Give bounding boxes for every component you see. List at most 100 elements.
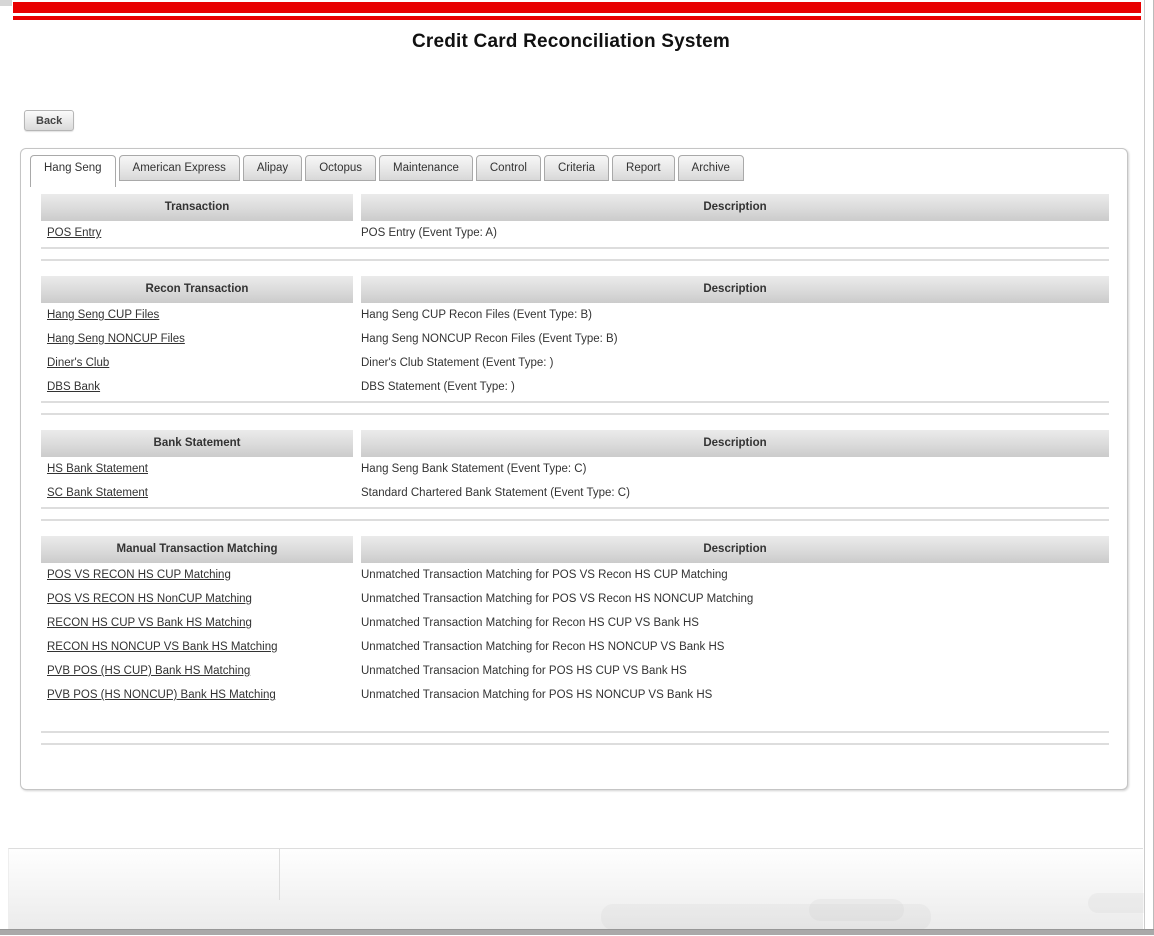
row-description: Unmatched Transaction Matching for Recon… [361,617,1109,629]
tab-bar: Hang Seng American Express Alipay Octopu… [21,149,1127,187]
table-body: HS Bank Statement Hang Seng Bank Stateme… [41,457,1109,505]
tab-label: American Express [133,162,226,174]
row-link-cell: RECON HS NONCUP VS Bank HS Matching [41,641,361,653]
transaction-link[interactable]: DBS Bank [47,381,100,393]
description-header: Description [361,430,1109,457]
tab-maintenance[interactable]: Maintenance [379,155,473,181]
transaction-link[interactable]: POS Entry [47,227,101,239]
transaction-link[interactable]: PVB POS (HS CUP) Bank HS Matching [47,665,250,677]
tab-panel: Hang Seng American Express Alipay Octopu… [20,148,1128,790]
row-description: Unmatched Transacion Matching for POS HS… [361,665,1109,677]
tab-hang-seng[interactable]: Hang Seng [30,155,116,187]
transaction-link[interactable]: Diner's Club [47,357,109,369]
tab-archive[interactable]: Archive [678,155,744,181]
tab-label: Alipay [257,162,288,174]
window-corner-fragment [0,0,12,6]
footer-panel [8,848,1143,929]
table-row: DBS Bank DBS Statement (Event Type: ) [41,375,1109,399]
section-title-header: Bank Statement [41,430,353,457]
banner-bar-thin [13,16,1141,20]
transaction-link[interactable]: PVB POS (HS NONCUP) Bank HS Matching [47,689,276,701]
tab-label: Hang Seng [44,162,102,174]
back-button[interactable]: Back [24,110,74,131]
table-row: POS Entry POS Entry (Event Type: A) [41,221,1109,245]
row-description: Unmatched Transaction Matching for POS V… [361,569,1109,581]
row-link-cell: DBS Bank [41,381,361,393]
table-row: PVB POS (HS NONCUP) Bank HS Matching Unm… [41,683,1109,707]
row-description: Unmatched Transaction Matching for Recon… [361,641,1109,653]
row-description: Hang Seng Bank Statement (Event Type: C) [361,463,1109,475]
table-row: POS VS RECON HS NonCUP Matching Unmatche… [41,587,1109,611]
description-header: Description [361,536,1109,563]
table-section-transaction: Transaction Description POS Entry POS En… [41,194,1109,261]
row-description: POS Entry (Event Type: A) [361,227,1109,239]
table-body: POS VS RECON HS CUP Matching Unmatched T… [41,563,1109,707]
tab-criteria[interactable]: Criteria [544,155,609,181]
row-link-cell: Hang Seng CUP Files [41,309,361,321]
tab-alipay[interactable]: Alipay [243,155,302,181]
table-header-row: Transaction Description [41,194,1109,221]
table-row: RECON HS CUP VS Bank HS Matching Unmatch… [41,611,1109,635]
table-body: POS Entry POS Entry (Event Type: A) [41,221,1109,245]
tab-label: Maintenance [393,162,459,174]
table-row: RECON HS NONCUP VS Bank HS Matching Unma… [41,635,1109,659]
transaction-link[interactable]: POS VS RECON HS CUP Matching [47,569,231,581]
row-description: Standard Chartered Bank Statement (Event… [361,487,1109,499]
transaction-link[interactable]: RECON HS NONCUP VS Bank HS Matching [47,641,278,653]
transaction-link[interactable]: Hang Seng NONCUP Files [47,333,185,345]
sections-container: Transaction Description POS Entry POS En… [41,194,1109,745]
tab-label: Octopus [319,162,362,174]
row-link-cell: POS VS RECON HS NonCUP Matching [41,593,361,605]
table-row: Diner's Club Diner's Club Statement (Eve… [41,351,1109,375]
transaction-link[interactable]: Hang Seng CUP Files [47,309,159,321]
section-separator-rule [41,413,1109,415]
footer-divider [279,849,280,900]
section-title-header: Manual Transaction Matching [41,536,353,563]
banner-bar-thick [13,2,1141,13]
table-section-recon-transaction: Recon Transaction Description Hang Seng … [41,276,1109,415]
transaction-link[interactable]: SC Bank Statement [47,487,148,499]
table-row: HS Bank Statement Hang Seng Bank Stateme… [41,457,1109,481]
row-link-cell: Hang Seng NONCUP Files [41,333,361,345]
top-banner [13,2,1141,20]
row-description: Diner's Club Statement (Event Type: ) [361,357,1109,369]
transaction-link[interactable]: RECON HS CUP VS Bank HS Matching [47,617,252,629]
row-link-cell: RECON HS CUP VS Bank HS Matching [41,617,361,629]
table-header-row: Manual Transaction Matching Description [41,536,1109,563]
tab-american-express[interactable]: American Express [119,155,240,181]
table-section-bank-statement: Bank Statement Description HS Bank State… [41,430,1109,521]
section-bottom-rule [41,507,1109,509]
table-row: POS VS RECON HS CUP Matching Unmatched T… [41,563,1109,587]
section-separator-rule [41,743,1109,745]
tab-report[interactable]: Report [612,155,675,181]
table-header-row: Recon Transaction Description [41,276,1109,303]
row-link-cell: HS Bank Statement [41,463,361,475]
table-row: SC Bank Statement Standard Chartered Ban… [41,481,1109,505]
row-description: Hang Seng CUP Recon Files (Event Type: B… [361,309,1109,321]
table-row: Hang Seng CUP Files Hang Seng CUP Recon … [41,303,1109,327]
page-title: Credit Card Reconciliation System [0,31,1142,53]
table-row: Hang Seng NONCUP Files Hang Seng NONCUP … [41,327,1109,351]
row-link-cell: POS VS RECON HS CUP Matching [41,569,361,581]
tab-label: Archive [692,162,730,174]
row-link-cell: PVB POS (HS CUP) Bank HS Matching [41,665,361,677]
right-scrollbar-track[interactable] [1144,0,1154,929]
tab-octopus[interactable]: Octopus [305,155,376,181]
bottom-scrollbar-track[interactable] [0,929,1154,935]
section-bottom-rule [41,401,1109,403]
table-body: Hang Seng CUP Files Hang Seng CUP Recon … [41,303,1109,399]
tab-label: Control [490,162,527,174]
row-link-cell: PVB POS (HS NONCUP) Bank HS Matching [41,689,361,701]
transaction-link[interactable]: HS Bank Statement [47,463,148,475]
table-header-row: Bank Statement Description [41,430,1109,457]
tab-label: Report [626,162,661,174]
section-bottom-rule [41,247,1109,249]
table-section-manual-transaction-matching: Manual Transaction Matching Description … [41,536,1109,745]
tab-control[interactable]: Control [476,155,541,181]
row-description: DBS Statement (Event Type: ) [361,381,1109,393]
row-link-cell: SC Bank Statement [41,487,361,499]
row-link-cell: Diner's Club [41,357,361,369]
section-separator-rule [41,519,1109,521]
description-header: Description [361,276,1109,303]
transaction-link[interactable]: POS VS RECON HS NonCUP Matching [47,593,252,605]
